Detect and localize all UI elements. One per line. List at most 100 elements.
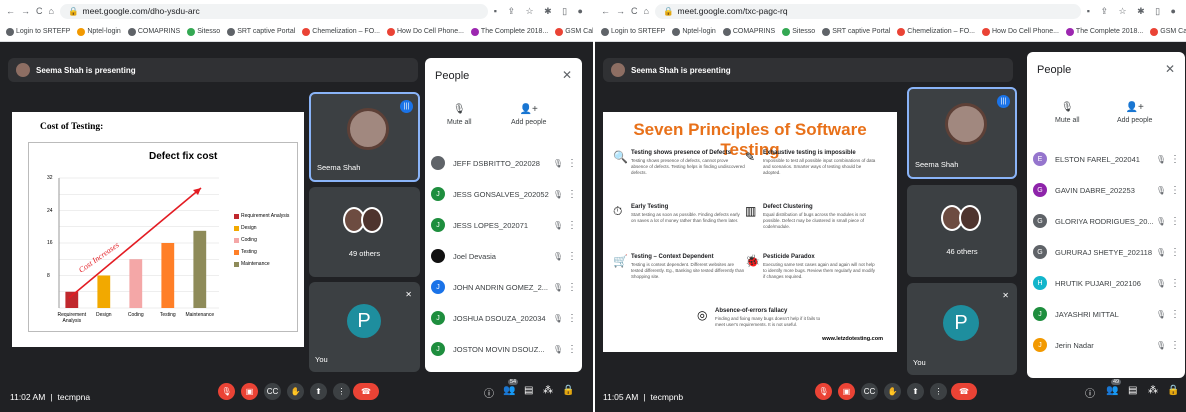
back-icon[interactable]: ←	[6, 6, 15, 16]
raise-hand-button[interactable]: ✋	[884, 383, 901, 400]
more-vert-icon[interactable]: ⋮	[566, 344, 578, 355]
bookmark-item[interactable]: SRT captive Portal	[227, 27, 295, 36]
bookmark-item[interactable]: GSM Call Flow 1 – Y...	[1150, 27, 1186, 36]
captions-button[interactable]: CC	[264, 383, 281, 400]
bookmark-item[interactable]: Sitesso	[187, 27, 220, 36]
mic-toggle-button[interactable]: 🎙︎	[815, 383, 832, 400]
participant-row[interactable]: J JOSTON MOVIN DSOUZ... 🎙︎ ⋮	[431, 336, 578, 362]
extension-icons[interactable]: ▪ ⇪ ☆ ✱ ▯ ●	[494, 6, 593, 17]
mic-off-icon[interactable]: 🎙︎	[550, 159, 566, 168]
activities-icon[interactable]: ⁂	[543, 385, 553, 396]
mic-off-icon[interactable]: 🎙︎	[550, 314, 566, 323]
present-button[interactable]: ⬆	[907, 383, 924, 400]
close-icon[interactable]: ✕	[562, 68, 572, 82]
presenter-tile[interactable]: ||| Seema Shah	[309, 92, 420, 182]
bookmark-item[interactable]: The Complete 2018...	[470, 27, 548, 36]
participant-row[interactable]: H HRUTIK PUJARI_202106 🎙︎ ⋮	[1033, 270, 1181, 296]
add-people-button[interactable]: 👤+ Add people	[1117, 102, 1152, 124]
home-icon[interactable]: ⌂	[644, 6, 649, 16]
more-vert-icon[interactable]: ⋮	[1169, 154, 1181, 165]
reload-icon[interactable]: C	[631, 6, 638, 16]
chat-icon[interactable]: ▤	[524, 385, 533, 396]
home-icon[interactable]: ⌂	[49, 6, 54, 16]
mic-off-icon[interactable]: 🎙︎	[1153, 279, 1169, 288]
self-tile[interactable]: P ✕ You	[907, 283, 1017, 375]
bookmark-item[interactable]: Login to SRTEFP	[601, 27, 665, 36]
close-icon[interactable]: ✕	[1165, 62, 1175, 76]
participant-row[interactable]: J JOHN ANDRIN GOMEZ_2... 🎙︎ ⋮	[431, 274, 578, 300]
more-vert-icon[interactable]: ⋮	[566, 282, 578, 293]
host-controls-icon[interactable]: 🔒	[1167, 385, 1179, 396]
camera-toggle-button[interactable]: ▣	[838, 383, 855, 400]
forward-icon[interactable]: →	[21, 6, 30, 16]
people-icon[interactable]: 👥	[503, 385, 515, 396]
presenter-tile[interactable]: ||| Seema Shah	[907, 87, 1017, 179]
self-tile[interactable]: P ✕ You	[309, 282, 420, 372]
others-tile[interactable]: 46 others	[907, 185, 1017, 277]
info-icon[interactable]: ⓘ	[1085, 385, 1095, 400]
bookmark-item[interactable]: Chemelization – FO...	[302, 27, 380, 36]
bookmark-item[interactable]: SRT captive Portal	[822, 27, 890, 36]
mic-off-icon[interactable]: 🎙︎	[1153, 248, 1169, 257]
present-button[interactable]: ⬆	[310, 383, 327, 400]
mic-off-icon[interactable]: 🎙︎	[1153, 341, 1169, 350]
participant-row[interactable]: G GURURAJ SHETYE_202118 🎙︎ ⋮	[1033, 239, 1181, 265]
forward-icon[interactable]: →	[616, 6, 625, 16]
more-vert-icon[interactable]: ⋮	[1169, 185, 1181, 196]
bookmark-item[interactable]: COMAPRINS	[722, 27, 775, 36]
others-tile[interactable]: 49 others	[309, 187, 420, 277]
mic-off-icon[interactable]: 🎙︎	[550, 221, 566, 230]
captions-button[interactable]: CC	[861, 383, 878, 400]
more-vert-icon[interactable]: ⋮	[1169, 340, 1181, 351]
mic-off-icon[interactable]: 🎙︎	[1153, 217, 1169, 226]
bookmark-item[interactable]: GSM Call Flow 1 – Y...	[555, 27, 593, 36]
participant-row[interactable]: J JESS GONSALVES_202052 🎙︎ ⋮	[431, 181, 578, 207]
camera-toggle-button[interactable]: ▣	[241, 383, 258, 400]
bookmark-item[interactable]: Nptel-login	[77, 27, 121, 36]
mic-off-icon[interactable]: 🎙︎	[550, 252, 566, 261]
participant-row[interactable]: Joel Devasia 🎙︎ ⋮	[431, 243, 578, 269]
more-vert-icon[interactable]: ⋮	[566, 220, 578, 231]
add-people-button[interactable]: 👤+ Add people	[511, 104, 546, 126]
participant-row[interactable]: G GAVIN DABRE_202253 🎙︎ ⋮	[1033, 177, 1181, 203]
mic-off-icon[interactable]: 🎙︎	[1153, 310, 1169, 319]
more-options-button[interactable]: ⋮	[930, 383, 947, 400]
mic-off-icon[interactable]: 🎙︎	[550, 345, 566, 354]
bookmark-item[interactable]: Nptel-login	[672, 27, 716, 36]
info-icon[interactable]: ⓘ	[484, 385, 494, 400]
bookmark-item[interactable]: Login to SRTEFP	[6, 27, 70, 36]
more-vert-icon[interactable]: ⋮	[566, 251, 578, 262]
activities-icon[interactable]: ⁂	[1148, 385, 1158, 396]
participant-row[interactable]: J JAYASHRI MITTAL 🎙︎ ⋮	[1033, 301, 1181, 327]
mute-all-button[interactable]: 🎙︎ Mute all	[1055, 102, 1080, 124]
extension-icons[interactable]: ▪ ⇪ ☆ ✱ ▯ ●	[1087, 6, 1186, 17]
more-vert-icon[interactable]: ⋮	[1169, 278, 1181, 289]
address-bar[interactable]: 🔒 meet.google.com/dho-ysdu-arc	[59, 3, 488, 19]
participant-row[interactable]: J JOSHUA DSOUZA_202034 🎙︎ ⋮	[431, 305, 578, 331]
participant-row[interactable]: J Jerin Nadar 🎙︎ ⋮	[1033, 332, 1181, 358]
chat-icon[interactable]: ▤	[1128, 385, 1137, 396]
mic-off-icon[interactable]: 🎙︎	[550, 190, 566, 199]
mic-toggle-button[interactable]: 🎙︎	[218, 383, 235, 400]
end-call-button[interactable]: ☎	[951, 383, 977, 400]
mic-off-icon[interactable]: 🎙︎	[550, 283, 566, 292]
people-icon[interactable]: 👥	[1106, 385, 1118, 396]
more-vert-icon[interactable]: ⋮	[1169, 247, 1181, 258]
bookmark-item[interactable]: COMAPRINS	[127, 27, 180, 36]
mic-off-icon[interactable]: 🎙︎	[1153, 186, 1169, 195]
bookmark-item[interactable]: How Do Cell Phone...	[982, 27, 1059, 36]
address-bar[interactable]: 🔒 meet.google.com/txc-pagc-rq	[654, 3, 1081, 19]
back-icon[interactable]: ←	[601, 6, 610, 16]
participant-row[interactable]: G GLORIYA RODRIGUES_20... 🎙︎ ⋮	[1033, 208, 1181, 234]
more-vert-icon[interactable]: ⋮	[566, 158, 578, 169]
mic-off-icon[interactable]: 🎙︎	[1153, 155, 1169, 164]
more-vert-icon[interactable]: ⋮	[566, 313, 578, 324]
participant-row[interactable]: JEFF DSBRITTO_202028 🎙︎ ⋮	[431, 150, 578, 176]
bookmark-item[interactable]: The Complete 2018...	[1065, 27, 1143, 36]
more-vert-icon[interactable]: ⋮	[1169, 216, 1181, 227]
bookmark-item[interactable]: How Do Cell Phone...	[387, 27, 464, 36]
participant-row[interactable]: J JESS LOPES_202071 🎙︎ ⋮	[431, 212, 578, 238]
participant-row[interactable]: E ELSTON FAREL_202041 🎙︎ ⋮	[1033, 146, 1181, 172]
more-vert-icon[interactable]: ⋮	[566, 189, 578, 200]
bookmark-item[interactable]: Chemelization – FO...	[897, 27, 975, 36]
